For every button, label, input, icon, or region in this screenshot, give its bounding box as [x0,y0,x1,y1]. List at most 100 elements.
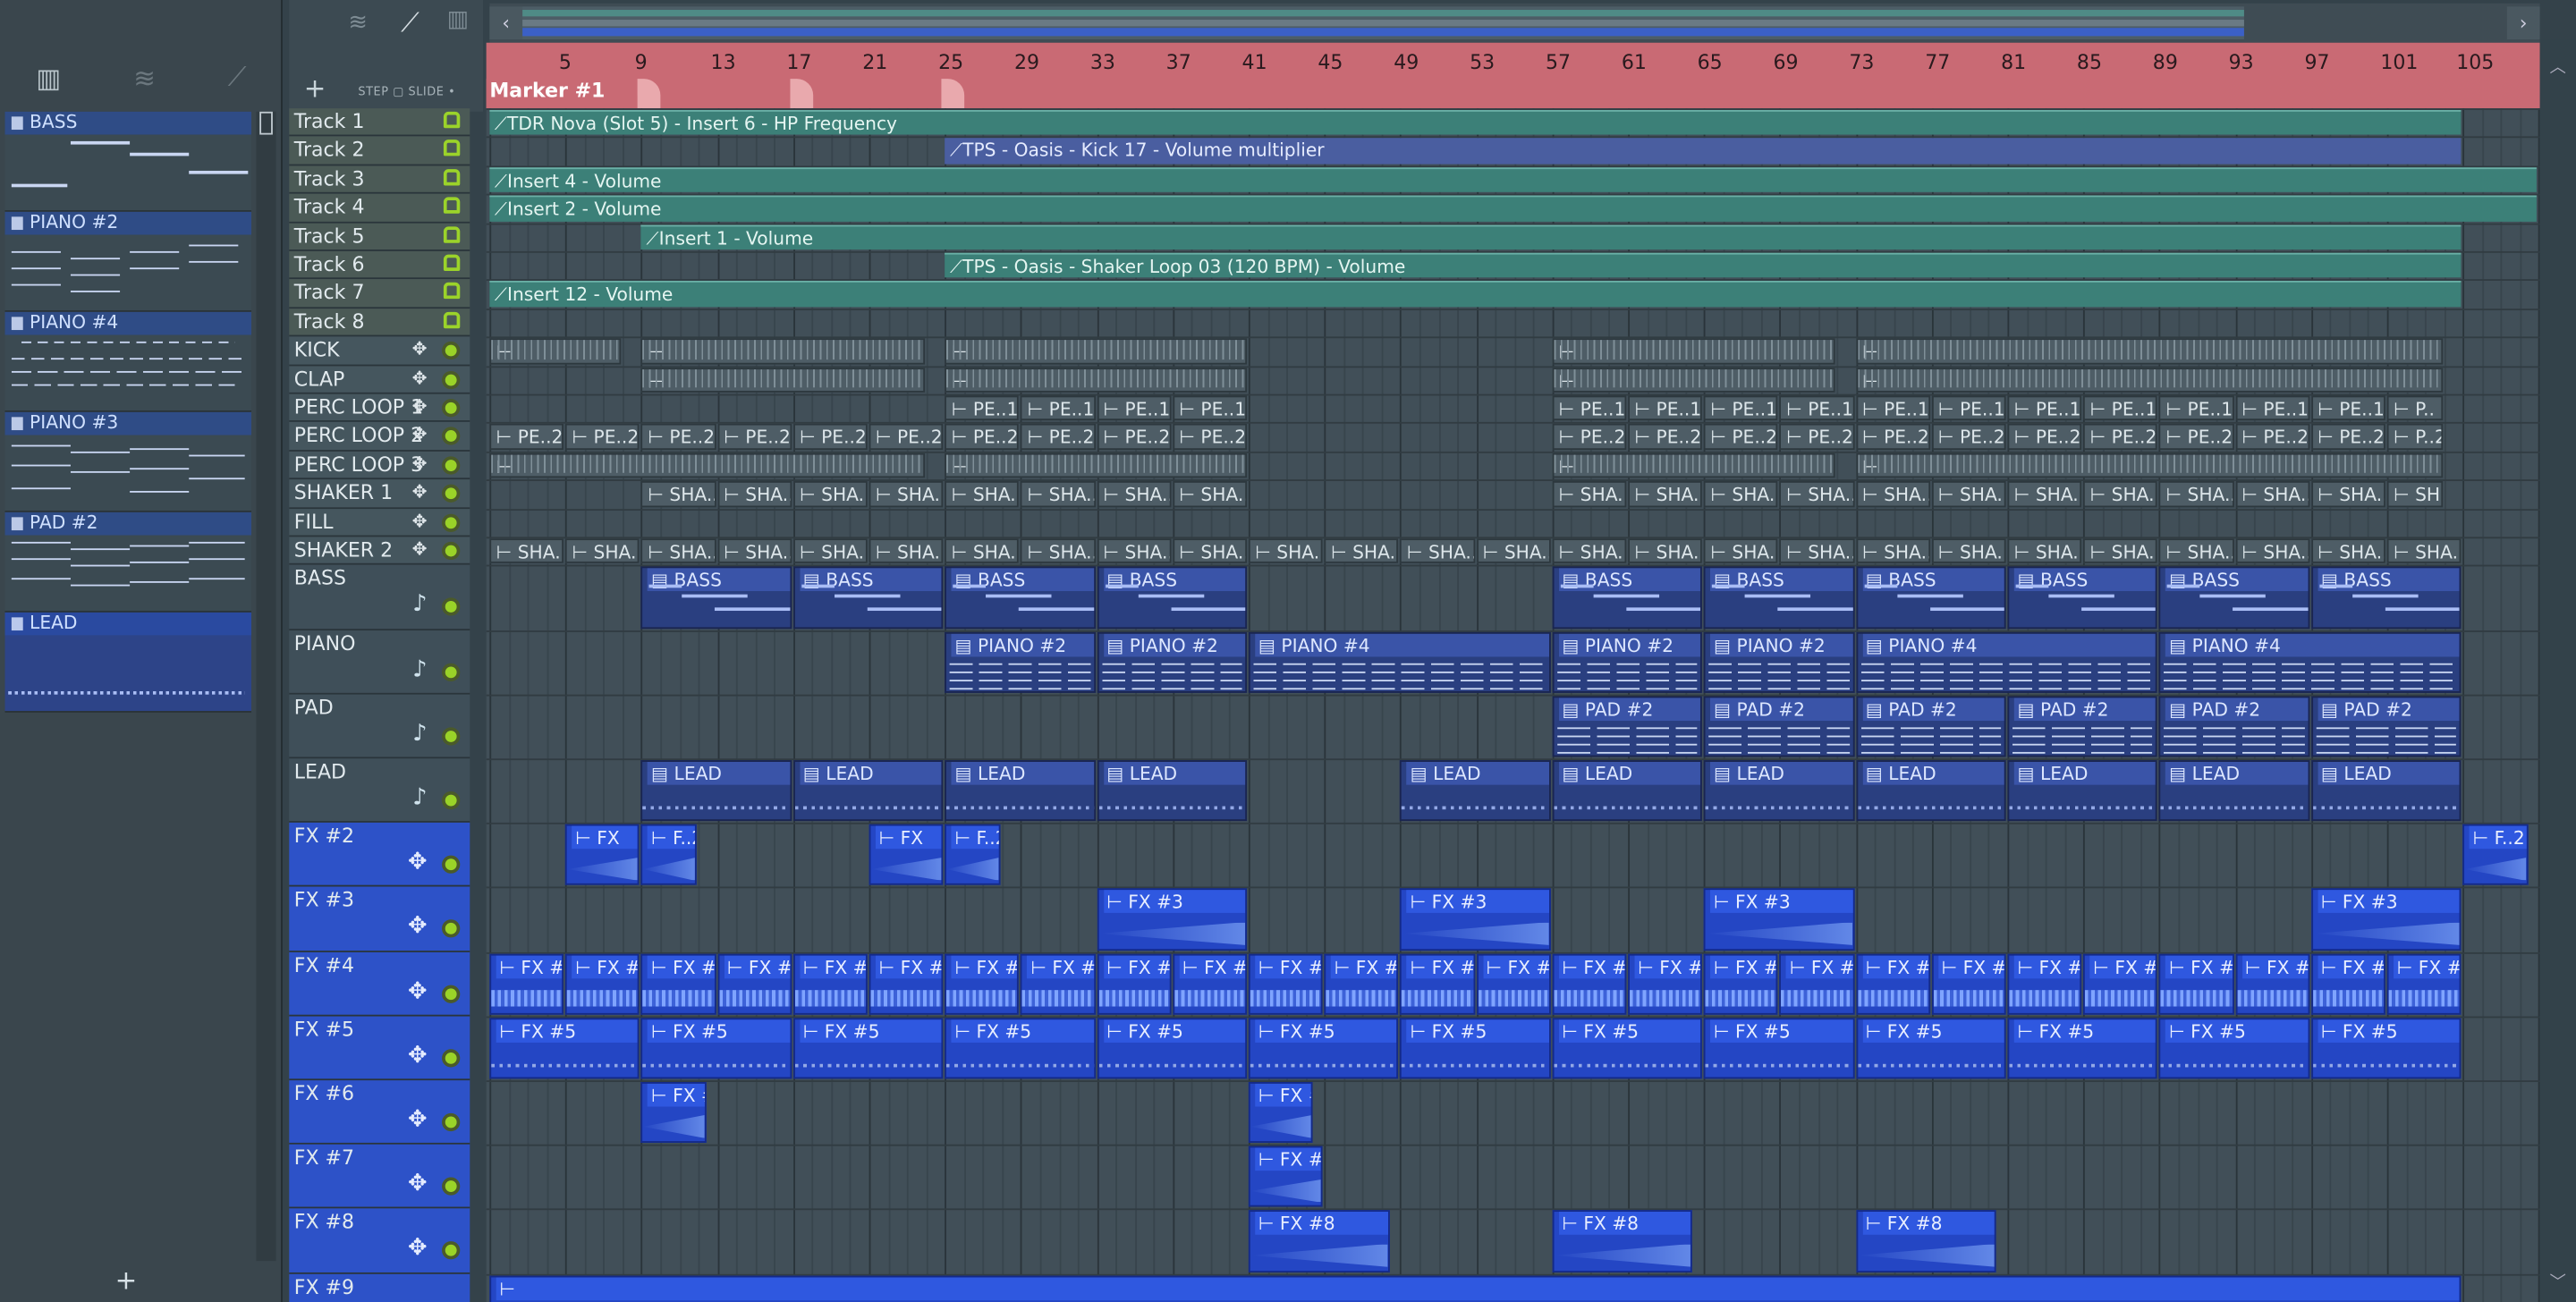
automation-clip[interactable]: ⟋Insert 4 - Volume [489,166,2538,193]
automation-clip-icon[interactable]: ⟋ [228,61,247,94]
clip-label[interactable]: ▤ LEAD [2013,761,2157,785]
clip-label[interactable]: ⟋TPS - Oasis - Shaker Loop 03 (120 BPM) … [950,256,1405,277]
audio-clip[interactable]: ⊢ FX #5 [2159,1018,2309,1079]
clip-label[interactable]: ⊢ F..2 [2469,825,2527,850]
clip-label[interactable]: ⊢ SHA..1 [1028,485,1094,505]
track-name[interactable]: FX #3 [294,889,354,912]
track-header[interactable]: CLAP ✥ [289,365,470,394]
pattern-clip[interactable]: ⊢ PE..2 [565,424,640,450]
pattern-clip[interactable]: ⊢ SHA..2 [2007,538,2082,564]
pattern-clip[interactable]: ⊢ PE..2 [1552,424,1627,450]
clip-label[interactable]: ⊢ SHA..1 [648,485,714,505]
pattern-clip[interactable]: ⊢ SHA..1 [945,481,1020,507]
audio-clip[interactable]: ⊢ FX #5 [1552,1018,1703,1079]
clip-label[interactable]: ⊢ FX #4 [1634,954,1701,978]
clip-label[interactable]: ⊢ PE..2 [496,427,563,448]
clip-label[interactable]: ⊢ FX #5 [1406,1019,1549,1043]
clip-label[interactable]: ▤ PAD #2 [2318,697,2460,721]
pattern-clip[interactable]: ⊢ PE..2 [2235,424,2309,450]
clip-label[interactable]: ⊢ SHA..2 [1483,542,1549,562]
clip-label[interactable]: ⊢ FX #4 [1937,954,2004,978]
audio-clip[interactable]: ⊢ FX #4 [1779,953,1854,1015]
pattern-clip[interactable]: ⊢ PE..2 [716,424,792,450]
track-enable-toggle[interactable] [442,1177,461,1196]
clip-label[interactable]: ⊢ FX #4 [2241,954,2309,978]
clip-label[interactable]: ⊢ SHA..2 [1179,542,1245,562]
audio-clip[interactable]: ⊢ FX #7 [1248,1146,1323,1208]
pattern-clip[interactable]: ⊢ SHA..2 [945,538,1020,564]
pattern-clip[interactable]: ⊢ PE..2 [2083,424,2158,450]
pattern-clip[interactable]: ⊢ SHA..2 [1552,538,1627,564]
lock-icon[interactable] [443,140,461,157]
pattern-clip[interactable]: ⊢ PE..1 [2159,395,2234,421]
clip-label[interactable]: ⟋Insert 12 - Volume [495,284,674,306]
clip-label[interactable]: ⊢ PE..1 [2318,399,2384,419]
picker-item-piano-4[interactable]: PIANO #4 [4,311,252,412]
track-header[interactable]: BASS ♪ [289,565,470,630]
clip-label[interactable]: ⊢ PE..2 [572,427,639,448]
pattern-clip[interactable]: ⊢ PE..2 [2310,424,2385,450]
track-enable-toggle[interactable] [442,370,461,389]
clip-label[interactable]: ⊢ FX #5 [1710,1019,1853,1043]
audio-clip[interactable]: ⊢ FX #4 [1248,953,1323,1015]
track-header[interactable]: PERC LOOP 2 ✥ [289,422,470,452]
pattern-clip[interactable]: ▤ PAD #2 [2310,696,2462,757]
clip-label[interactable]: ⊢ SHA..2 [2165,542,2232,562]
clip-label[interactable]: ⊢ PE..1 [1786,399,1852,419]
track-header[interactable]: FX #4 ✥ [289,951,470,1017]
clip-label[interactable]: ⊢ FX #4 [1710,954,1777,978]
clip-label[interactable]: ⊢ SHA..2 [800,542,866,562]
kick-clip[interactable]: ⊢ [489,338,621,364]
clip-label[interactable]: ⊢ SHA..2 [1559,542,1625,562]
audio-clip[interactable]: ⊢ FX #5 [641,1018,792,1079]
audio-clip[interactable]: ⊢ FX #4 [565,953,640,1015]
pattern-clip[interactable]: ⊢ SHA..1 [1628,481,1703,507]
audio-clip[interactable]: ⊢ FX #4 [2007,953,2082,1015]
audio-clip[interactable]: ⊢ FX #4 [869,953,944,1015]
clip-label[interactable]: ⊢ FX #8 [1255,1212,1388,1236]
clip-label[interactable]: ⊢ FX #6 [1255,1083,1312,1107]
track-name[interactable]: CLAP [294,368,345,391]
audio-clip[interactable]: ⊢ FX #5 [1855,1018,2006,1079]
track-name[interactable]: FX #9 [294,1275,354,1298]
clip-label[interactable]: ▤ LEAD [1862,761,2004,785]
pattern-clip[interactable]: ▤ LEAD [1552,760,1703,822]
track-enable-toggle[interactable] [442,427,461,446]
audio-clip[interactable]: ⊢ FX #4 [1931,953,2006,1015]
pattern-clip[interactable]: ⊢ SHA..1 [716,481,792,507]
add-track-button[interactable]: + [304,72,326,104]
audio-clip[interactable]: ⊢ FX #8 [1552,1210,1693,1272]
pattern-clip[interactable]: ⊢ PE..2 [792,424,868,450]
audio-clip[interactable]: ⊢ FX #5 [1400,1018,1551,1079]
clip-label[interactable]: ▤ PAD #2 [1862,697,2004,721]
pattern-clip[interactable]: ▤ LEAD [1704,760,1854,822]
pattern-clip[interactable]: ⊢ SHA..2 [1855,538,1930,564]
pattern-clip[interactable]: ⊢ SHA..1 [2159,481,2234,507]
slide-label[interactable]: SLIDE [409,85,445,98]
clip-label[interactable]: ⊢ FX [572,825,639,850]
pattern-clip[interactable]: ⊢ PE..1 [2235,395,2309,421]
pattern-clip[interactable]: ⊢ SHA..2 [1779,538,1854,564]
lock-icon[interactable] [443,197,461,215]
clip-label[interactable]: ⊢ FX #3 [1406,890,1549,914]
track-enable-toggle[interactable] [442,512,461,532]
clip-label[interactable]: ⊢ FX #4 [2318,954,2385,978]
clip-label[interactable]: ⊢ SHA..1 [800,485,866,505]
clip-label[interactable]: ▤ PIANO #4 [2165,632,2460,656]
track-header[interactable]: Track 8 [289,308,470,337]
clip-label[interactable]: ⊢ PE..2 [1938,427,2004,448]
track-name[interactable]: FX #7 [294,1146,354,1170]
track-header[interactable]: Track 7 [289,279,470,309]
clip-label[interactable]: ⊢ FX #4 [1331,954,1397,978]
track-header[interactable]: FX #8 ✥ [289,1209,470,1274]
clip-label[interactable]: ▤ PAD #2 [2013,697,2157,721]
clip-label[interactable]: ⟋TDR Nova (Slot 5) - Insert 6 - HP Frequ… [495,114,897,135]
lock-icon[interactable] [443,254,461,271]
lock-icon[interactable] [443,111,461,129]
audio-clip[interactable]: ⊢ FX #4 [945,953,1020,1015]
track-header[interactable]: Track 5 [289,222,470,251]
scroll-right-button[interactable]: › [2506,6,2540,40]
clip-label[interactable]: ▤ LEAD [800,761,942,785]
pattern-clip[interactable]: ⊢ PE..1 [1628,395,1703,421]
pattern-clip[interactable]: ⊢ PE..2 [945,424,1020,450]
